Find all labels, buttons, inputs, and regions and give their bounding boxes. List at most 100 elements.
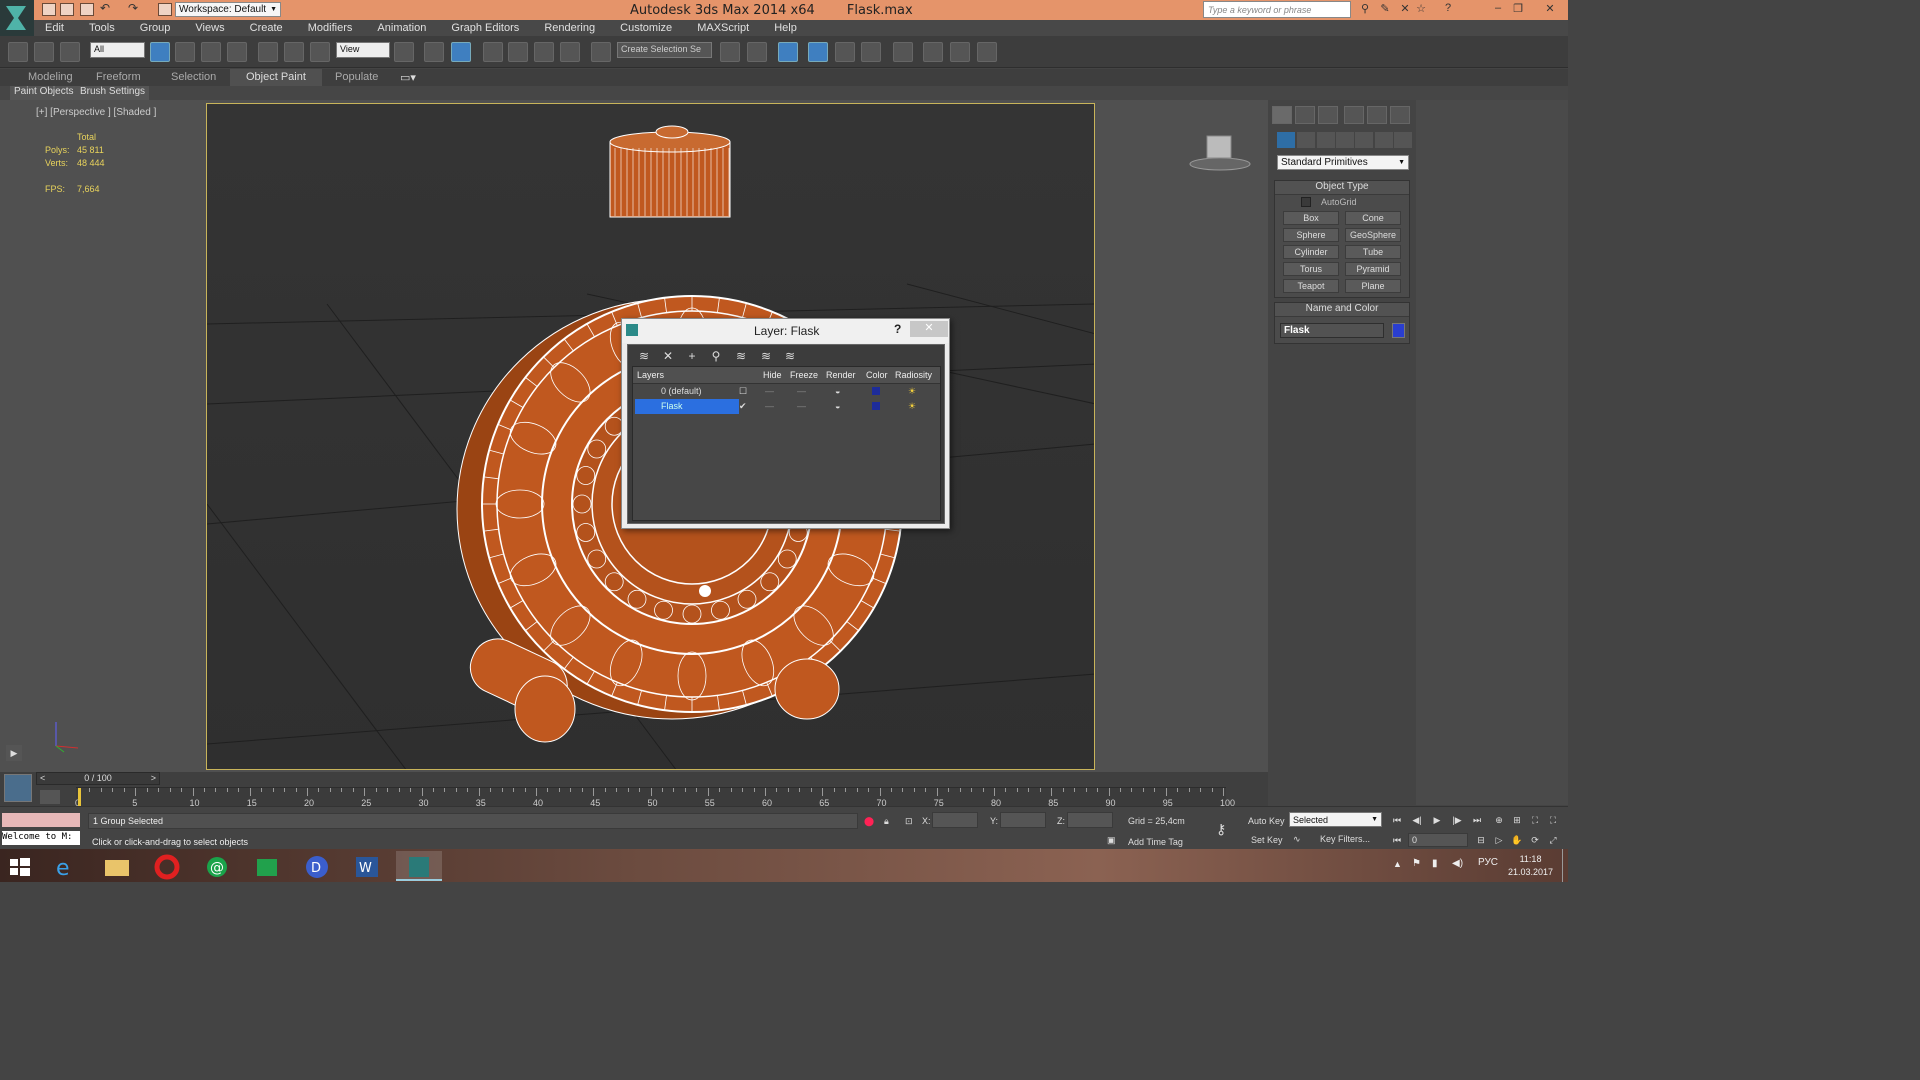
lock-icon[interactable]: 🔒︎	[884, 816, 889, 827]
auto-key-button[interactable]: Auto Key	[1248, 816, 1285, 826]
unlink-icon[interactable]	[34, 42, 54, 62]
minimize-icon[interactable]: –	[1488, 2, 1508, 17]
current-layer-checkbox[interactable]: ☐	[739, 386, 747, 397]
geosphere-button[interactable]: GeoSphere	[1345, 228, 1401, 242]
system-clock[interactable]: 11:18 21.03.2017	[1508, 853, 1553, 879]
viewport-label[interactable]: [+] [Perspective ] [Shaded ]	[36, 107, 156, 118]
mirror-icon[interactable]	[720, 42, 740, 62]
help-icon[interactable]: ?	[1438, 2, 1458, 17]
display-tab-icon[interactable]	[1367, 106, 1387, 124]
layer-row-flask[interactable]: Flask ✔ — — ◒ ☀	[633, 399, 940, 414]
opera-icon[interactable]	[144, 851, 190, 881]
delete-layer-icon[interactable]: ✕	[660, 349, 676, 363]
chevron-right-icon[interactable]: >	[151, 773, 156, 783]
cameras-icon[interactable]	[1336, 132, 1354, 148]
volume-icon[interactable]: ◀)	[1452, 858, 1463, 869]
cone-button[interactable]: Cone	[1345, 211, 1401, 225]
maxscript-listener-mini[interactable]	[2, 813, 80, 827]
angle-snap-icon[interactable]	[508, 42, 528, 62]
zoom-extents-icon[interactable]: ⛶	[1528, 815, 1542, 827]
x-coordinate-field[interactable]	[932, 812, 978, 828]
named-selection-dropdown[interactable]: Create Selection Se	[617, 42, 712, 58]
menu-graph-editors[interactable]: Graph Editors	[451, 20, 519, 34]
tools-icon[interactable]: ✎	[1375, 2, 1395, 17]
time-tag-icon[interactable]: ▣	[1107, 835, 1116, 846]
menu-help[interactable]: Help	[774, 20, 797, 34]
new-layer-icon[interactable]: ≋	[636, 349, 652, 363]
torus-button[interactable]: Torus	[1283, 262, 1339, 276]
spinner-snap-icon[interactable]	[560, 42, 580, 62]
close-icon[interactable]: ✕	[1540, 2, 1560, 17]
file-explorer-icon[interactable]	[94, 851, 140, 881]
key-mode-dropdown[interactable]: Selected ▼	[1289, 812, 1382, 827]
maxscript-listener-output[interactable]: Welcome to M:	[2, 831, 80, 845]
menu-rendering[interactable]: Rendering	[544, 20, 595, 34]
box-button[interactable]: Box	[1283, 211, 1339, 225]
pyramid-button[interactable]: Pyramid	[1345, 262, 1401, 276]
mail-agent-icon[interactable]: @	[194, 851, 240, 881]
search-input[interactable]: Type a keyword or phrase	[1203, 1, 1351, 18]
render-setup-icon[interactable]	[923, 42, 943, 62]
star-icon[interactable]: ☆	[1411, 2, 1431, 17]
col-render[interactable]: Render	[826, 370, 856, 380]
tube-button[interactable]: Tube	[1345, 245, 1401, 259]
restore-icon[interactable]: ❐	[1508, 2, 1528, 17]
project-folder-icon[interactable]	[158, 3, 172, 16]
snaps-toggle-icon[interactable]	[483, 42, 503, 62]
save-file-icon[interactable]	[80, 3, 94, 16]
paint-objects-panel[interactable]: Paint Objects	[10, 86, 78, 100]
tab-freeform[interactable]: Freeform	[96, 71, 141, 83]
systems-icon[interactable]	[1394, 132, 1412, 148]
zoom-extents-all-icon[interactable]: ⛶	[1546, 815, 1560, 827]
pivot-center-icon[interactable]	[394, 42, 414, 62]
menu-maxscript[interactable]: MAXScript	[697, 20, 749, 34]
schematic-view-icon[interactable]	[861, 42, 881, 62]
render-production-icon[interactable]	[977, 42, 997, 62]
menu-views[interactable]: Views	[195, 20, 224, 34]
graphite-toggle-icon[interactable]	[808, 42, 828, 62]
motion-tab-icon[interactable]	[1344, 106, 1364, 124]
hierarchy-tab-icon[interactable]	[1318, 106, 1338, 124]
add-to-layer-icon[interactable]: +	[684, 349, 700, 363]
start-button-icon[interactable]	[0, 851, 46, 881]
render-teapot-icon[interactable]: ◒	[835, 386, 840, 396]
move-icon[interactable]	[258, 42, 278, 62]
y-coordinate-field[interactable]	[1000, 812, 1046, 828]
time-config-icon[interactable]: ⊟	[1474, 835, 1488, 847]
tray-chevron-icon[interactable]: ▲	[1393, 859, 1402, 869]
key-mode-toggle-icon[interactable]: ⏮	[1390, 835, 1404, 847]
daemon-tools-icon[interactable]: D	[294, 851, 340, 881]
new-file-icon[interactable]	[42, 3, 56, 16]
modify-tab-icon[interactable]	[1295, 106, 1315, 124]
edit-named-selection-icon[interactable]	[591, 42, 611, 62]
current-frame-marker[interactable]	[78, 788, 81, 806]
field-of-view-icon[interactable]: ▷	[1492, 835, 1506, 847]
radiosity-sun-icon[interactable]: ☀	[908, 386, 916, 397]
tab-modeling[interactable]: Modeling	[28, 71, 73, 83]
orbit-icon[interactable]: ⟳	[1528, 835, 1542, 847]
maximize-viewport-icon[interactable]: ⤢	[1546, 835, 1560, 847]
window-crossing-icon[interactable]	[227, 42, 247, 62]
shapes-icon[interactable]	[1297, 132, 1315, 148]
material-editor-icon[interactable]	[893, 42, 913, 62]
render-teapot-icon[interactable]: ◒	[835, 401, 840, 411]
select-object-icon[interactable]	[150, 42, 170, 62]
cylinder-button[interactable]: Cylinder	[1283, 245, 1339, 259]
layer-name[interactable]: Flask	[635, 399, 739, 414]
keyboard-shortcut-icon[interactable]	[451, 42, 471, 62]
menu-edit[interactable]: Edit	[45, 20, 64, 34]
pan-icon[interactable]: ✋	[1510, 835, 1524, 847]
plane-button[interactable]: Plane	[1345, 279, 1401, 293]
lights-icon[interactable]	[1317, 132, 1335, 148]
key-filters-button[interactable]: Key Filters...	[1312, 832, 1378, 847]
add-time-tag[interactable]: Add Time Tag	[1128, 837, 1183, 847]
layer-name[interactable]: 0 (default)	[635, 384, 739, 399]
align-icon[interactable]	[747, 42, 767, 62]
radiosity-sun-icon[interactable]: ☀	[908, 401, 916, 412]
object-name-field[interactable]: Flask	[1280, 323, 1384, 338]
menu-modifiers[interactable]: Modifiers	[308, 20, 353, 34]
current-layer-checkmark[interactable]: ✔	[739, 401, 747, 412]
close-dialog-button[interactable]: ✕	[910, 321, 948, 337]
freeze-toggle[interactable]: —	[797, 401, 806, 411]
menu-animation[interactable]: Animation	[377, 20, 426, 34]
